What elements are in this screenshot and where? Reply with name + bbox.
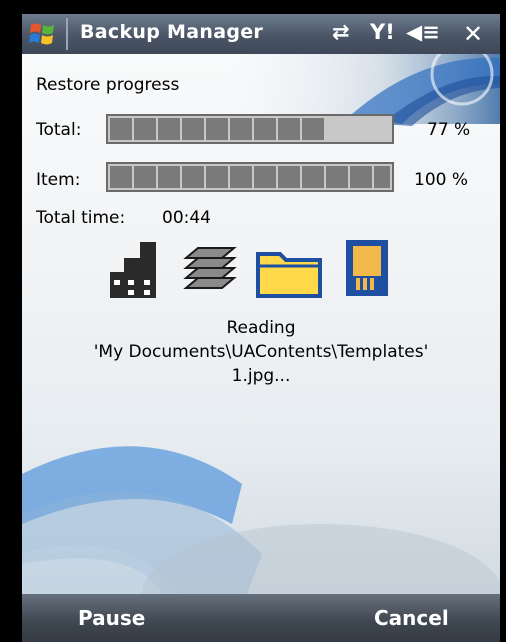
folder-icon (256, 252, 322, 298)
close-button[interactable]: ✕ (458, 20, 488, 48)
total-time-value: 00:44 (162, 208, 211, 228)
total-progress-bar (106, 114, 394, 144)
pocket-pc-screen: Backup Manager ⇄ Y! ◀≡ ✕ Restore progres… (0, 0, 506, 642)
storage-stack-icon (110, 242, 156, 298)
title-separator (66, 18, 68, 50)
pages-stack-icon (183, 247, 237, 289)
window-title: Backup Manager (80, 21, 264, 43)
item-progress-fill (110, 166, 390, 188)
total-time-label: Total time: (36, 208, 126, 228)
status-folder-path: 'My Documents\UAContents\Templates' (93, 342, 429, 362)
item-label: Item: (36, 170, 81, 190)
status-action: Reading (226, 318, 296, 338)
title-bar: Backup Manager ⇄ Y! ◀≡ ✕ (22, 14, 500, 54)
item-percent: 100 % (414, 170, 469, 190)
total-progress-fill (110, 118, 326, 140)
total-percent: 77 % (427, 120, 471, 140)
item-progress-bar (106, 162, 394, 192)
windows-start-icon[interactable] (28, 19, 58, 49)
cancel-softkey[interactable]: Cancel (374, 606, 449, 630)
sd-card-icon (346, 240, 388, 296)
signal-icon[interactable]: Y! (370, 20, 395, 44)
restore-heading: Restore progress (36, 75, 180, 95)
status-file-name: 1.jpg... (231, 366, 291, 386)
softkey-bar: Pause Cancel (22, 594, 500, 642)
volume-icon[interactable]: ◀≡ (406, 20, 440, 44)
total-label: Total: (36, 120, 82, 140)
pause-softkey[interactable]: Pause (78, 606, 145, 630)
sync-icon[interactable]: ⇄ (332, 20, 350, 44)
main-content: Restore progress Total: 77 % Item: 100 %… (22, 54, 500, 594)
